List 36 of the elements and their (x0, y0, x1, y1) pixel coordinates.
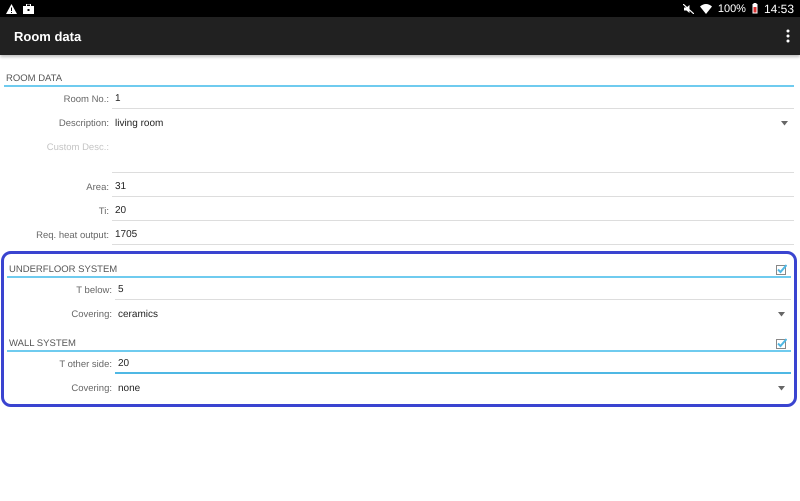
caret-icon (778, 386, 785, 390)
mute-icon (682, 4, 694, 14)
field-label: Area: (85, 181, 110, 195)
field-label: Ti: (98, 205, 110, 219)
section-title: UNDERFLOOR SYSTEM (9, 264, 118, 275)
checkbox[interactable] (776, 338, 787, 349)
dropdown-field[interactable]: ceramics (115, 304, 791, 324)
warning-icon (6, 4, 17, 14)
caret-icon (778, 312, 785, 316)
clock: 14:53 (764, 2, 794, 16)
field-label: Covering: (70, 308, 113, 322)
overflow-menu-icon[interactable] (786, 29, 790, 43)
checkbox[interactable] (776, 264, 787, 275)
section-title: ROOM DATA (6, 73, 62, 84)
app-title: Room data (14, 28, 82, 44)
field-label: Description: (58, 117, 110, 131)
input-field[interactable]: 1 (112, 89, 794, 109)
input-field[interactable]: 31 (112, 177, 794, 197)
battery-percent: 100% (718, 2, 746, 14)
input-field[interactable]: 5 (115, 280, 791, 300)
field-label: Custom Desc.: (46, 141, 110, 155)
battery-icon (752, 3, 758, 14)
section-title: WALL SYSTEM (9, 338, 76, 349)
caret-icon (781, 120, 788, 126)
dropdown-field[interactable]: living room (112, 113, 794, 133)
input-field[interactable]: 20 (112, 201, 794, 221)
input-field[interactable]: 20 (115, 354, 791, 374)
briefcase-icon (23, 4, 34, 14)
wifi-icon (700, 3, 712, 14)
field-label: T other side: (58, 358, 113, 372)
dropdown-field[interactable]: none (115, 378, 791, 398)
field-label: Req. heat output: (35, 229, 110, 243)
field-label: Room No.: (62, 93, 110, 107)
field-label: T below: (75, 284, 113, 298)
input-field[interactable]: 1705 (112, 225, 794, 245)
field-label: Covering: (70, 382, 113, 396)
